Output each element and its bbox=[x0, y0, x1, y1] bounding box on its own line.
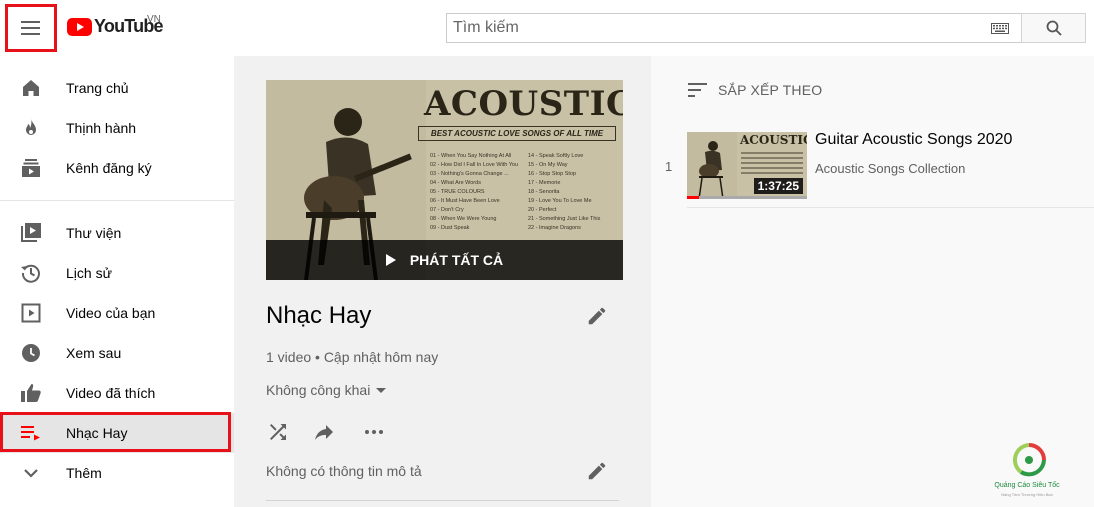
divider bbox=[266, 500, 619, 501]
logo-region: VN bbox=[147, 14, 161, 25]
search-button[interactable] bbox=[1021, 13, 1086, 43]
subscriptions-icon bbox=[22, 159, 40, 177]
shuffle-icon[interactable] bbox=[266, 420, 290, 444]
privacy-dropdown[interactable]: Không công khai bbox=[266, 382, 387, 398]
sidebar-item-label: Lịch sử bbox=[66, 265, 112, 281]
sort-icon bbox=[688, 83, 707, 97]
search-icon bbox=[1046, 20, 1062, 36]
track-line: 16 - Stop Stop Stop bbox=[528, 171, 577, 177]
highlight-frame bbox=[0, 412, 231, 452]
sort-label: SẮP XẾP THEO bbox=[718, 82, 823, 98]
sort-button[interactable]: SẮP XẾP THEO bbox=[688, 82, 822, 98]
playlist-sidebar: ACOUSTIC BEST ACOUSTIC LOVE SONGS OF ALL… bbox=[234, 56, 651, 507]
sidebar-item-label: Thêm bbox=[66, 465, 102, 481]
sidebar-item-library[interactable]: Thư viện bbox=[0, 213, 234, 253]
watermark-text: Quảng Cáo Siêu Tốc bbox=[994, 482, 1060, 489]
track-line: 19 - Love You To Love Me bbox=[528, 198, 592, 204]
track-line: 07 - Don't Cry bbox=[430, 207, 464, 213]
thumb-up-icon bbox=[21, 384, 41, 402]
play-all-label: PHÁT TẤT CẢ bbox=[409, 252, 504, 268]
track-line: 01 - When You Say Nothing At All bbox=[430, 153, 512, 159]
track-line: 17 - Memorie bbox=[528, 180, 561, 186]
sidebar-item-label: Kênh đăng ký bbox=[66, 160, 152, 176]
play-icon bbox=[385, 254, 396, 266]
track-line: 22 - Imagine Dragons bbox=[528, 225, 581, 231]
track-line: 09 - Dust Speak bbox=[430, 225, 470, 231]
sidebar-item-trending[interactable]: Thịnh hành bbox=[0, 108, 234, 148]
track-line: 21 - Something Just Like This bbox=[528, 216, 601, 222]
playlist-title: Nhạc Hay bbox=[266, 302, 372, 329]
sidebar-item-subscriptions[interactable]: Kênh đăng ký bbox=[0, 148, 234, 188]
play-square-icon bbox=[21, 303, 41, 323]
sidebar-item-label: Thịnh hành bbox=[66, 120, 137, 136]
thumbnail-title: ACOUSTIC bbox=[424, 84, 623, 124]
video-row[interactable]: 1 ACOUSTIC 1:37:25 Guitar Acoustic Songs… bbox=[651, 128, 1094, 202]
youtube-play-icon bbox=[67, 17, 92, 36]
track-line: 02 - How Did I Fall In Love With You bbox=[430, 162, 519, 168]
sidebar-item-label: Trang chủ bbox=[66, 80, 129, 96]
search-box bbox=[446, 13, 1022, 43]
duration-badge: 1:37:25 bbox=[753, 178, 803, 194]
sidebar-item-your-videos[interactable]: Video của bạn bbox=[0, 293, 234, 333]
guitarist-illustration bbox=[687, 132, 737, 199]
watch-progress bbox=[687, 196, 807, 199]
sidebar-item-watch-later[interactable]: Xem sau bbox=[0, 333, 234, 373]
youtube-logo[interactable]: YouTube VN bbox=[67, 14, 164, 37]
track-line: 06 - It Must Have Been Love bbox=[430, 198, 500, 204]
video-title[interactable]: Guitar Acoustic Songs 2020 bbox=[815, 131, 1012, 149]
track-line: 03 - Nothing's Gonna Change ... bbox=[430, 171, 509, 177]
pencil-icon[interactable] bbox=[586, 305, 608, 327]
sidebar-item-liked-videos[interactable]: Video đã thích bbox=[0, 373, 234, 413]
thumbnail-subtitle: BEST ACOUSTIC LOVE SONGS OF ALL TIME bbox=[418, 126, 616, 141]
library-icon bbox=[21, 223, 41, 242]
keyboard-icon[interactable] bbox=[991, 23, 1009, 34]
playlist-videos: SẮP XẾP THEO 1 ACOUSTIC 1:37:25 Guitar A bbox=[651, 56, 1094, 507]
hamburger-icon bbox=[21, 21, 40, 35]
clock-icon bbox=[22, 344, 40, 362]
sidebar-item-more[interactable]: Thêm bbox=[0, 453, 234, 493]
thumbnail-title: ACOUSTIC bbox=[740, 133, 807, 147]
share-icon[interactable] bbox=[312, 420, 336, 444]
channel-name[interactable]: Acoustic Songs Collection bbox=[815, 161, 965, 176]
sidebar-item-label: Xem sau bbox=[66, 345, 122, 361]
sidebar-divider bbox=[0, 200, 234, 201]
history-icon bbox=[21, 264, 40, 283]
sidebar-item-home[interactable]: Trang chủ bbox=[0, 68, 234, 108]
track-line: 05 - TRUE COLOURS bbox=[430, 189, 485, 195]
pencil-icon[interactable] bbox=[586, 460, 608, 482]
video-index: 1 bbox=[665, 159, 673, 174]
track-line: 15 - On My Way bbox=[528, 162, 568, 168]
caret-down-icon bbox=[376, 388, 387, 393]
watermark-logo: Quảng Cáo Siêu Tốc Nâng Tầm Thương Hiệu … bbox=[991, 442, 1063, 502]
track-line: 20 - Perfect bbox=[528, 207, 557, 213]
watermark-subtext: Nâng Tầm Thương Hiệu Bạn bbox=[1001, 492, 1053, 497]
sidebar-item-label: Thư viện bbox=[66, 225, 122, 241]
sidebar: Trang chủ Thịnh hành Kênh đăng ký Thư vi… bbox=[0, 56, 234, 507]
track-line: 14 - Speak Softly Love bbox=[528, 153, 584, 159]
video-thumbnail[interactable]: ACOUSTIC 1:37:25 bbox=[687, 132, 807, 199]
playlist-description: Không có thông tin mô tả bbox=[266, 463, 422, 479]
thumbnail-tracklist bbox=[741, 152, 803, 177]
sidebar-item-history[interactable]: Lịch sử bbox=[0, 253, 234, 293]
play-all-button[interactable]: PHÁT TẤT CẢ bbox=[266, 240, 623, 280]
sidebar-item-label: Video đã thích bbox=[66, 385, 156, 401]
search-input[interactable] bbox=[453, 19, 973, 37]
divider bbox=[687, 207, 1094, 208]
playlist-thumbnail[interactable]: ACOUSTIC BEST ACOUSTIC LOVE SONGS OF ALL… bbox=[266, 80, 623, 280]
watch-progress-fill bbox=[687, 196, 699, 199]
playlist-meta: 1 video • Cập nhật hôm nay bbox=[266, 349, 439, 365]
thumbnail-tracklist: 01 - When You Say Nothing At All 14 - Sp… bbox=[430, 152, 620, 232]
top-bar: YouTube VN bbox=[0, 0, 1094, 56]
track-line: 04 - What Are Words bbox=[430, 180, 481, 186]
track-line: 18 - Senorita bbox=[528, 189, 560, 195]
menu-button[interactable] bbox=[5, 4, 57, 52]
fire-icon bbox=[26, 119, 36, 135]
home-icon bbox=[23, 80, 39, 96]
chevron-down-icon bbox=[24, 469, 38, 478]
more-icon[interactable] bbox=[362, 420, 386, 444]
track-line: 08 - When We Were Young bbox=[430, 216, 497, 222]
watermark-emblem-icon bbox=[1013, 443, 1046, 477]
sidebar-item-label: Video của bạn bbox=[66, 305, 156, 321]
privacy-label: Không công khai bbox=[266, 382, 371, 398]
